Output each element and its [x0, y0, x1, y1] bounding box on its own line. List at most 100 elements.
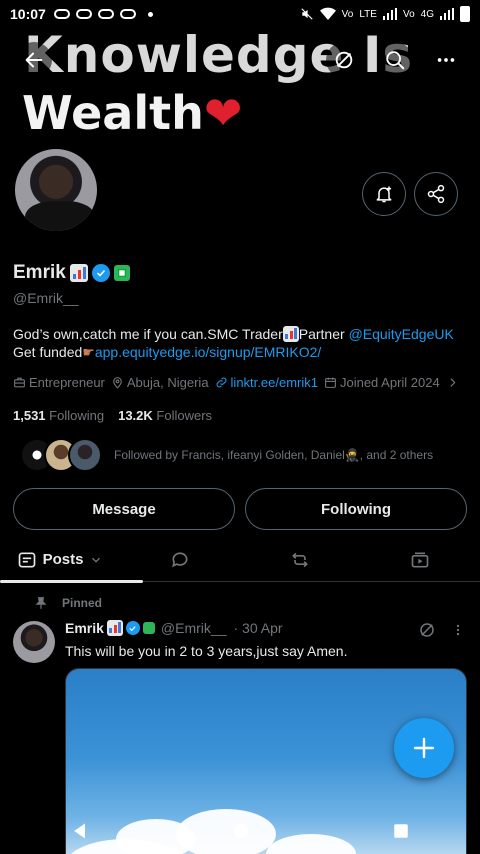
post-author-name[interactable]: Emrik: [65, 620, 104, 636]
banner-text-line2: Wealth❤: [22, 86, 243, 140]
bio-url-link[interactable]: app.equityedge.io/signup/EMRIKO2/: [95, 344, 321, 360]
post-author-avatar[interactable]: [13, 621, 55, 663]
bio-text: God’s own,catch me if you can.SMC Trader: [13, 326, 283, 342]
post-author-handle: @Emrik__: [160, 620, 227, 636]
notification-icons: [53, 9, 153, 19]
chart-emoji-icon: [69, 264, 88, 282]
post-grok-button[interactable]: [418, 621, 436, 644]
display-name: Emrik: [13, 262, 66, 283]
nav-recents-icon[interactable]: [392, 822, 410, 840]
tab-media[interactable]: [360, 538, 480, 582]
follower-avatar: [68, 438, 102, 472]
compose-post-button[interactable]: [394, 718, 454, 778]
bio-mention-link[interactable]: @EquityEdgeUK: [349, 326, 454, 342]
link-icon: [216, 377, 226, 388]
profile-bio: God’s own,catch me if you can.SMC Trader…: [13, 325, 473, 361]
chevron-down-icon: [92, 557, 101, 563]
reply-bubble-icon: [172, 551, 188, 567]
following-count: 1,531: [13, 408, 46, 423]
app-notification-icon: [97, 9, 114, 19]
category-item: Entrepreneur: [13, 375, 105, 390]
following-label: Following: [49, 408, 105, 423]
share-icon: [427, 184, 445, 204]
app-notification-icon: [53, 9, 70, 19]
following-button[interactable]: Following: [245, 488, 467, 530]
followers-count-link[interactable]: 13.2K Followers: [118, 408, 212, 423]
affiliate-badge-icon: [142, 622, 155, 634]
status-bar: 10:07 Vo LTE Vo 4G: [0, 0, 480, 28]
post-more-button[interactable]: [451, 621, 465, 644]
followed-by-text: Followed by Francis, ifeanyi Golden, Dan…: [114, 448, 434, 462]
pinned-label-row: Pinned: [34, 596, 102, 610]
followed-by-row[interactable]: Followed by Francis, ifeanyi Golden, Dan…: [20, 438, 433, 472]
post-header: Emrik @Emrik__ · 30 Apr: [65, 620, 283, 636]
calendar-icon: [325, 377, 336, 388]
location-item: Abuja, Nigeria: [111, 375, 209, 390]
profile-handle: @Emrik__: [13, 290, 79, 306]
profile-avatar[interactable]: [12, 146, 100, 234]
joined-item: Joined April 2024: [324, 375, 440, 390]
post-date: · 30 Apr: [233, 620, 283, 636]
bio-text: Partner: [298, 326, 349, 342]
signal-icon: [382, 8, 397, 20]
more-icon: [437, 58, 455, 62]
bio-text: Get funded: [13, 344, 83, 360]
tab-posts[interactable]: Posts: [0, 538, 143, 583]
search-button[interactable]: [377, 42, 413, 78]
website-link[interactable]: linktr.ee/emrik1: [231, 375, 318, 390]
status-time: 10:07: [10, 6, 46, 22]
app-notification-icon: [119, 9, 136, 19]
more-options-button[interactable]: [428, 42, 464, 78]
message-button[interactable]: Message: [13, 488, 235, 530]
system-icons: Vo LTE Vo 4G: [300, 6, 470, 22]
media-icon: [411, 552, 429, 567]
grok-icon: [335, 51, 353, 69]
followers-count: 13.2K: [118, 408, 153, 423]
pin-icon: [35, 597, 47, 609]
grok-button[interactable]: [326, 42, 362, 78]
chart-emoji-icon: [282, 326, 299, 342]
posts-icon: [18, 552, 35, 567]
chevron-right-icon[interactable]: [446, 376, 459, 389]
signal-icon-2: [440, 8, 454, 20]
plus-icon: [413, 737, 435, 759]
post-text: This will be you in 2 to 3 years,just sa…: [65, 643, 348, 659]
profile-name: Emrik: [13, 262, 130, 284]
heart-emoji: ❤: [203, 86, 243, 140]
tab-reposts[interactable]: [240, 538, 360, 582]
website-item[interactable]: linktr.ee/emrik1: [215, 375, 318, 390]
nav-home-icon[interactable]: [231, 821, 251, 841]
grok-icon: [420, 623, 434, 637]
battery-icon: [460, 6, 470, 22]
app-notification-icon: [75, 9, 92, 19]
location-label: Abuja, Nigeria: [126, 375, 209, 390]
volte-label-2: Vo: [402, 8, 415, 20]
back-button[interactable]: [16, 42, 52, 78]
location-pin-icon: [113, 377, 122, 389]
volte-label: Vo: [341, 8, 354, 20]
bell-plus-icon: [376, 186, 392, 203]
followers-label: Followers: [156, 408, 213, 423]
tab-replies[interactable]: [120, 538, 240, 582]
category-label: Entrepreneur: [29, 375, 105, 390]
vertical-more-icon: [456, 624, 460, 636]
following-count-link[interactable]: 1,531 Following: [13, 408, 104, 423]
affiliate-badge-icon[interactable]: [113, 265, 130, 281]
profile-meta: Entrepreneur Abuja, Nigeria linktr.ee/em…: [13, 375, 473, 390]
pinned-label: Pinned: [62, 596, 103, 610]
share-button[interactable]: [414, 172, 458, 216]
nav-back-icon[interactable]: [70, 821, 90, 841]
system-nav-bar: [0, 808, 480, 854]
pointing-hand-emoji: ☛: [82, 344, 95, 360]
mute-icon: [301, 8, 313, 20]
profile-tabs: Posts: [0, 538, 480, 583]
briefcase-icon: [14, 377, 25, 388]
more-notifications-dot: [147, 11, 153, 17]
joined-label: Joined April 2024: [339, 375, 440, 390]
verified-badge-icon[interactable]: [91, 264, 110, 282]
tab-posts-label: Posts: [42, 551, 84, 568]
4g-label: 4G: [420, 8, 434, 20]
search-icon: [386, 51, 405, 70]
notifications-subscribe-button[interactable]: [362, 172, 406, 216]
verified-badge-icon: [125, 621, 140, 635]
